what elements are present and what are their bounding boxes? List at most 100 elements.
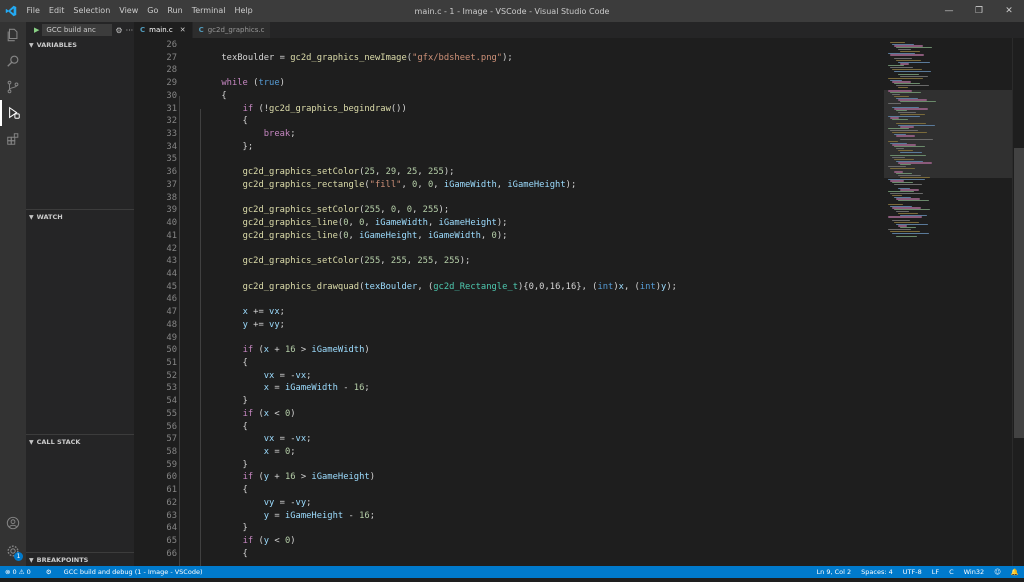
line-number: 30 [166, 90, 177, 101]
code-line[interactable]: 34 }; [134, 141, 884, 154]
source-control-icon[interactable] [0, 74, 26, 100]
divider [26, 434, 134, 435]
menu-selection[interactable]: Selection [69, 0, 115, 22]
code-line[interactable]: 64 } [134, 522, 884, 535]
run-debug-icon[interactable] [0, 100, 26, 126]
code-line[interactable]: 51 { [134, 357, 884, 370]
code-line[interactable]: 27 texBoulder = gc2d_graphics_newImage("… [134, 52, 884, 65]
variables-section-header[interactable]: ▼ VARIABLES [26, 39, 134, 51]
line-number: 35 [166, 154, 177, 165]
code-line[interactable]: 45 gc2d_graphics_drawquad(texBoulder, (g… [134, 281, 884, 294]
line-number: 38 [166, 192, 177, 203]
code-line[interactable]: 52 vx = -vx; [134, 370, 884, 383]
code-line[interactable]: 37 gc2d_graphics_rectangle("fill", 0, 0,… [134, 179, 884, 192]
code-line[interactable]: 40 gc2d_graphics_line(0, 0, iGameWidth, … [134, 217, 884, 230]
close-button[interactable]: ✕ [994, 0, 1024, 22]
debug-status[interactable]: ⚙ GCC build and debug (1 - Image - VSCod… [36, 568, 213, 576]
code-line[interactable]: 56 { [134, 421, 884, 434]
code-line[interactable]: 42 [134, 243, 884, 256]
minimap-line [888, 77, 923, 80]
code-line[interactable]: 58 x = 0; [134, 446, 884, 459]
code-line[interactable]: 66 { [134, 548, 884, 561]
call-stack-section-header[interactable]: ▼ CALL STACK [26, 436, 134, 448]
code-line[interactable]: 38 [134, 192, 884, 205]
line-number: 65 [166, 536, 177, 547]
code-line[interactable]: 61 { [134, 484, 884, 497]
code-line[interactable]: 32 { [134, 115, 884, 128]
code-token: iGameHeight [438, 218, 497, 229]
more-actions-icon[interactable]: ··· [126, 26, 134, 35]
code-line[interactable]: 33 break; [134, 128, 884, 141]
close-icon[interactable]: ✕ [180, 26, 186, 34]
tab-main-c[interactable]: C main.c ✕ [134, 22, 193, 38]
code-line[interactable]: 39 gc2d_graphics_setColor(255, 0, 0, 255… [134, 204, 884, 217]
code-text: } [179, 395, 248, 408]
explorer-icon[interactable] [0, 22, 26, 48]
watch-section-header[interactable]: ▼ WATCH [26, 211, 134, 223]
code-line[interactable]: 50 if (x + 16 > iGameWidth) [134, 344, 884, 357]
minimap-line [888, 216, 922, 218]
code-line[interactable]: 31 if (!gc2d_graphics_begindraw()) [134, 103, 884, 116]
code-token: , [417, 179, 428, 190]
menu-go[interactable]: Go [143, 0, 163, 22]
menu-help[interactable]: Help [230, 0, 257, 22]
extensions-icon[interactable] [0, 126, 26, 152]
scrollbar-thumb[interactable] [1014, 148, 1024, 438]
minimap-line [888, 203, 903, 206]
chevron-down-icon: ▼ [29, 438, 34, 446]
indentation[interactable]: Spaces: 4 [856, 568, 898, 576]
minimize-button[interactable]: — [934, 0, 964, 22]
platform[interactable]: Win32 [959, 568, 989, 576]
encoding[interactable]: UTF-8 [898, 568, 927, 576]
code-line[interactable]: 36 gc2d_graphics_setColor(25, 29, 25, 25… [134, 166, 884, 179]
menu-view[interactable]: View [115, 0, 143, 22]
code-line[interactable]: 60 if (y + 16 > iGameHeight) [134, 471, 884, 484]
search-icon[interactable] [0, 48, 26, 74]
minimap-line [890, 230, 920, 233]
menu-terminal[interactable]: Terminal [187, 0, 230, 22]
code-line[interactable]: 55 if (x < 0) [134, 408, 884, 421]
tab-gc2d-graphics-c[interactable]: C gc2d_graphics.c [192, 22, 272, 38]
code-line[interactable]: 53 x = iGameWidth - 16; [134, 382, 884, 395]
code-line[interactable]: 62 vy = -vy; [134, 497, 884, 510]
manage-gear-icon[interactable]: 1 [0, 538, 26, 564]
code-line[interactable]: 28 [134, 64, 884, 77]
code-line[interactable]: 30 { [134, 90, 884, 103]
code-line[interactable]: 29 while (true) [134, 77, 884, 90]
account-icon[interactable] [0, 510, 26, 536]
editor-tabs: C main.c ✕ C gc2d_graphics.c [134, 22, 1024, 38]
code-line[interactable]: 47 x += vx; [134, 306, 884, 319]
code-line[interactable]: 44 [134, 268, 884, 281]
breakpoints-section-header[interactable]: ▼ BREAKPOINTS [26, 554, 134, 566]
notifications-bell-icon[interactable]: 🔔 [1006, 568, 1024, 576]
code-line[interactable]: 48 y += vy; [134, 319, 884, 332]
start-debugging-icon[interactable]: ▶ [34, 26, 39, 34]
menu-edit[interactable]: Edit [44, 0, 69, 22]
code-line[interactable]: 43 gc2d_graphics_setColor(255, 255, 255,… [134, 255, 884, 268]
debug-settings-gear-icon[interactable]: ⚙ [115, 26, 122, 35]
debug-config-select[interactable]: GCC build anc [42, 24, 113, 36]
menu-run[interactable]: Run [163, 0, 187, 22]
code-line[interactable]: 26 [134, 39, 884, 52]
code-line[interactable]: 65 if (y < 0) [134, 535, 884, 548]
code-editor[interactable]: 26 27 texBoulder = gc2d_graphics_newImag… [134, 38, 884, 566]
code-line[interactable]: 57 vx = -vx; [134, 433, 884, 446]
minimap-line [900, 151, 922, 153]
cursor-position[interactable]: Ln 9, Col 2 [812, 568, 857, 576]
problems-indicator[interactable]: ⊗ 0 ⚠ 0 [0, 568, 36, 576]
code-line[interactable]: 49 [134, 332, 884, 345]
vertical-scrollbar[interactable] [1012, 38, 1024, 566]
code-line[interactable]: 59 } [134, 459, 884, 472]
end-of-line[interactable]: LF [927, 568, 944, 576]
code-line[interactable]: 46 [134, 293, 884, 306]
maximize-button[interactable]: ❐ [964, 0, 994, 22]
code-line[interactable]: 41 gc2d_graphics_line(0, iGameHeight, iG… [134, 230, 884, 243]
code-line[interactable]: 54 } [134, 395, 884, 408]
code-line[interactable]: 63 y = iGameHeight - 16; [134, 510, 884, 523]
minimap[interactable] [884, 38, 1012, 566]
menu-file[interactable]: File [22, 0, 44, 22]
code-line[interactable]: 35 [134, 153, 884, 166]
language-mode[interactable]: C [944, 568, 959, 576]
feedback-icon[interactable]: ☺ [989, 568, 1006, 576]
